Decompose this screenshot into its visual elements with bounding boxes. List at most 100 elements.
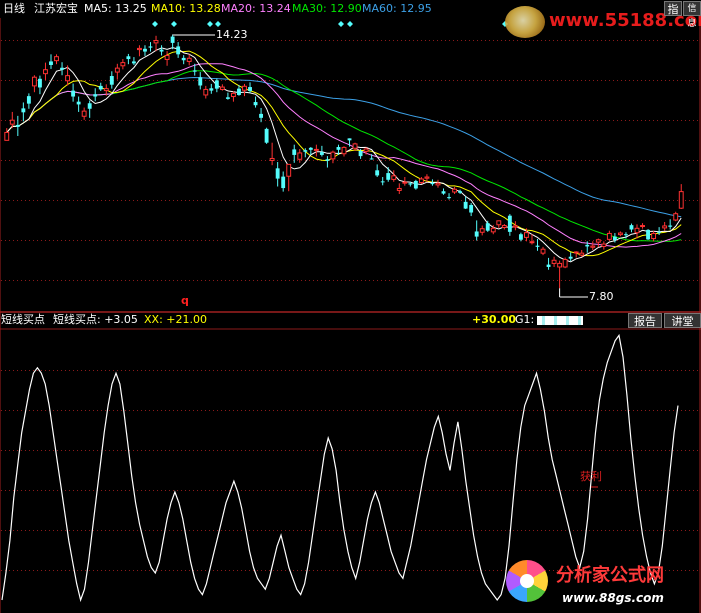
signal-diamond [215,21,221,27]
candle-body-up [496,220,502,226]
candle-body-up [678,191,684,209]
candle-body-down [198,77,203,86]
candle-body-down [303,150,308,152]
candle-body-down [26,96,31,104]
signal-diamond [347,21,353,27]
candle-body-down [546,264,551,267]
info-button[interactable]: 信息 [683,1,701,29]
candle-body-up [662,225,668,229]
candle-body-up [203,88,209,96]
candle-body-up [579,252,585,256]
signal-diamond [171,21,177,27]
logo-badge [505,6,545,38]
candle-body-up [31,76,37,87]
candle-body-down [126,56,131,60]
candle-body-up [634,227,640,234]
low-price-label: 7.80 [589,290,614,303]
ma20-value: MA20: 13.24 [221,2,291,15]
candle-body-down [292,149,297,155]
ma60-value: MA60: 12.95 [362,2,432,15]
g1-value-blocks [537,316,583,325]
reference-level: +30.00 [472,313,517,326]
indicator-name[interactable]: 短线买点 [1,313,45,327]
candle-body-up [313,148,319,151]
candle-body-down [430,182,435,185]
candle-body-down [629,225,634,230]
candle-body-up [153,40,159,44]
candle-body-down [109,76,114,85]
top-button-1[interactable]: 指 [664,1,682,16]
candle-body-down [375,170,380,176]
candle-body-up [230,92,236,98]
candle-body-up [551,259,557,264]
candle-body-up [137,47,142,51]
candle-body-down [98,85,103,90]
candle-body-up [435,182,441,186]
candle-body-down [386,173,391,180]
candle-body-down [253,102,258,106]
candle-body-down [131,61,136,64]
candle-body-down [380,181,385,183]
watermark-url: www.88gs.com [562,591,664,605]
candle-body-up [601,243,607,247]
candle-body-up [352,143,358,149]
candle-body-down [458,191,463,193]
candle-body-up [512,225,518,228]
candle-body-up [524,232,529,238]
short-term-buy-line [1,333,679,603]
note-label: 获利 [580,470,602,483]
candle-body-down [612,236,617,241]
candle-body-down [181,57,186,61]
candle-body-down [176,46,181,55]
candle-body-up [673,213,679,221]
candle-body-up [595,239,601,243]
signal-diamond [207,21,213,27]
candle-body-up [186,57,192,62]
candle-body-up [590,245,596,248]
watermark-name: 分析家公式网 [556,565,664,586]
candle-body-up [120,62,126,67]
candle-body-down [237,88,241,95]
candle-body-up [330,151,336,160]
candle-body-down [568,256,573,259]
candle-body-down [281,176,286,189]
candle-body-down [646,229,650,240]
candle-body-down [657,231,662,233]
candle-body-up [103,88,109,92]
candle-body-up [418,178,424,184]
candle-body-down [474,231,479,237]
report-button[interactable]: 报告 [628,313,662,328]
chart-canvas[interactable] [0,0,701,613]
candle-body-up [297,152,303,160]
period-label[interactable]: 日线 [3,2,25,16]
candle-body-up [396,187,402,191]
candle-body-down [469,205,474,213]
candle-body-up [54,56,59,62]
candle-body-up [617,232,623,236]
candle-body-up [65,75,71,82]
candle-body-up [242,85,247,91]
candle-body-down [264,128,269,143]
candle-body-down [49,61,53,65]
candle-body-down [463,201,468,209]
indicator-header: 短线买点 短线买点: +3.05 XX: +21.00 +30.00 G1: 报… [0,313,701,329]
ma5-value: MA5: 13.25 [84,2,147,15]
candle-body-down [259,113,264,118]
candle-body-down [87,103,92,109]
candle-body-down [38,78,42,88]
candle-body-down [21,108,26,113]
lecture-button[interactable]: 讲堂 [664,313,701,328]
candle-body-down [209,88,214,91]
candle-body-up [606,232,612,240]
candle-body-up [164,55,170,60]
candle-body-up [501,225,507,229]
candle-body-up [341,146,347,155]
candle-body-down [668,225,673,227]
indicator-value: 短线买点: +3.05 [53,313,138,326]
candle-body-up [114,67,120,73]
candle-body-down [447,197,451,199]
candle-body-down [308,147,313,150]
candle-body-up [640,225,645,228]
ma30-value: MA30: 12.90 [292,2,362,15]
q-marker: q [181,294,189,307]
